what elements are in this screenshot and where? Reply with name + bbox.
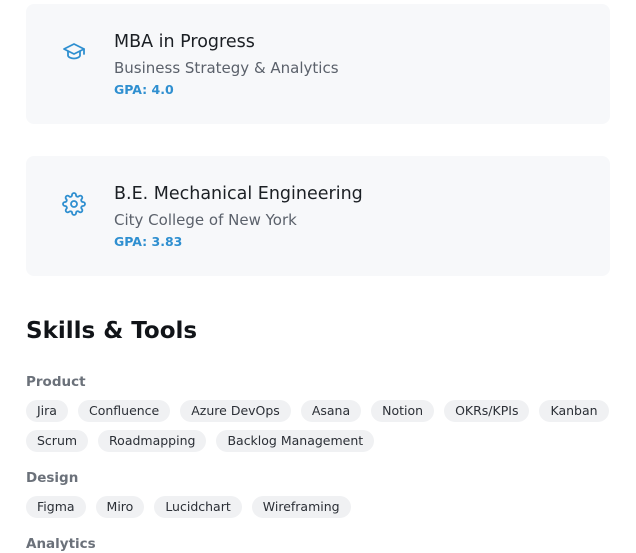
skill-chip: Roadmapping <box>98 430 207 452</box>
skill-chip: Notion <box>371 400 435 422</box>
skill-chip-row: Scrum Roadmapping Backlog Management <box>26 430 375 452</box>
skill-chip: Jira <box>26 400 68 422</box>
skill-chip: Figma <box>26 496 86 518</box>
gpa-label: GPA: 4.0 <box>114 82 174 97</box>
skill-group-label-product: Product <box>26 374 86 390</box>
resume-page: MBA in Progress Business Strategy & Anal… <box>0 0 636 553</box>
degree-subtitle: City College of New York <box>114 211 297 229</box>
skill-group-label-design: Design <box>26 470 79 486</box>
skill-chip: Scrum <box>26 430 89 452</box>
skill-chip: Confluence <box>77 400 171 422</box>
degree-title: B.E. Mechanical Engineering <box>114 184 363 204</box>
degree-subtitle: Business Strategy & Analytics <box>114 59 339 77</box>
education-card-be: B.E. Mechanical Engineering City College… <box>26 156 610 276</box>
skill-chip-row: Jira Confluence Azure DevOps Asana Notio… <box>26 400 609 422</box>
gpa-label: GPA: 3.83 <box>114 234 183 249</box>
gear-icon <box>62 192 86 216</box>
skill-chip: Miro <box>95 496 145 518</box>
skill-chip: Lucidchart <box>154 496 242 518</box>
skill-chip: OKRs/KPIs <box>444 400 530 422</box>
graduation-cap-icon <box>62 40 86 64</box>
education-card-mba: MBA in Progress Business Strategy & Anal… <box>26 4 610 124</box>
skill-chip: Kanban <box>539 400 609 422</box>
skill-chip: Wireframing <box>251 496 351 518</box>
skill-chip-row: Figma Miro Lucidchart Wireframing <box>26 496 351 518</box>
skill-group-label-analytics: Analytics <box>26 536 96 552</box>
skill-chip: Asana <box>300 400 362 422</box>
skills-section-title: Skills & Tools <box>26 318 198 344</box>
skill-chip: Azure DevOps <box>180 400 291 422</box>
skill-chip: Backlog Management <box>216 430 375 452</box>
degree-title: MBA in Progress <box>114 32 255 52</box>
